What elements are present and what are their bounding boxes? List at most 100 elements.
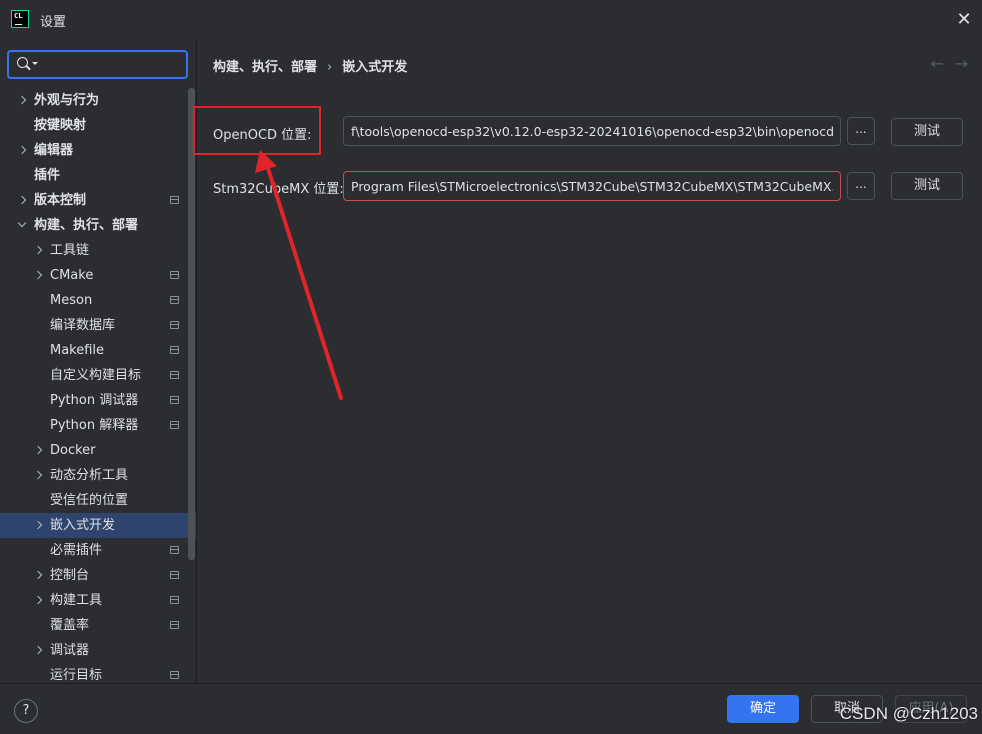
project-scope-icon (170, 546, 179, 554)
project-scope-icon (170, 271, 179, 279)
back-arrow-icon[interactable]: ← (931, 54, 944, 73)
settings-tree: 外观与行为按键映射编辑器插件版本控制构建、执行、部署工具链 CMake Meson 编… (0, 88, 196, 688)
sidebar-item-label: 按键映射 (34, 118, 87, 133)
sidebar-item[interactable]: Meson (0, 288, 196, 313)
project-scope-icon (170, 296, 179, 304)
project-scope-icon (170, 571, 179, 579)
project-scope-icon (170, 321, 179, 329)
sidebar-item[interactable]: 控制台 (0, 563, 196, 588)
sidebar-item[interactable]: 动态分析工具 (0, 463, 196, 488)
project-scope-icon (170, 196, 179, 204)
sidebar-item[interactable]: 外观与行为 (0, 88, 196, 113)
annotation-highlight-box (193, 106, 321, 155)
sidebar-item-label: Meson (50, 293, 93, 308)
sidebar-item-label: 控制台 (50, 568, 90, 583)
chevron-right-icon[interactable] (32, 238, 44, 263)
stm32cubemx-location-label: Stm32CubeMX 位置: (213, 182, 344, 197)
close-icon[interactable]: ✕ (954, 10, 974, 30)
breadcrumb: 构建、执行、部署 › 嵌入式开发 (213, 56, 407, 75)
sidebar-item[interactable]: Docker (0, 438, 196, 463)
project-scope-icon (170, 621, 179, 629)
stm32cubemx-test-button[interactable]: 测试 (891, 172, 963, 200)
sidebar-item[interactable]: 编译数据库 (0, 313, 196, 338)
sidebar-item[interactable]: 调试器 (0, 638, 196, 663)
sidebar-item-label: 覆盖率 (50, 618, 90, 633)
sidebar-item-label: 动态分析工具 (50, 468, 129, 483)
sidebar-item[interactable]: 嵌入式开发 (0, 513, 196, 538)
sidebar-item[interactable]: Makefile (0, 338, 196, 363)
sidebar-scrollbar[interactable] (188, 88, 195, 560)
openocd-browse-button[interactable]: ... (847, 117, 875, 145)
ok-button[interactable]: 确定 (727, 695, 799, 723)
sidebar-item-label: 版本控制 (34, 193, 87, 208)
sidebar-item-label: 必需插件 (50, 543, 103, 558)
forward-arrow-icon[interactable]: → (955, 54, 968, 73)
search-options-chevron-icon[interactable] (32, 62, 38, 65)
sidebar-item[interactable]: 构建工具 (0, 588, 196, 613)
watermark: CSDN @Czh1203 (839, 704, 978, 723)
sidebar-item-label: 插件 (34, 168, 61, 183)
sidebar-item[interactable]: 构建、执行、部署 (0, 213, 196, 238)
sidebar-item[interactable]: 按键映射 (0, 113, 196, 138)
sidebar-item-label: Python 调试器 (50, 393, 139, 408)
settings-sidebar: 外观与行为按键映射编辑器插件版本控制构建、执行、部署工具链 CMake Meson 编… (0, 40, 196, 683)
sidebar-item-label: 嵌入式开发 (50, 518, 116, 533)
sidebar-item[interactable]: Python 解释器 (0, 413, 196, 438)
logo-text: CL (14, 12, 23, 20)
sidebar-item[interactable]: 自定义构建目标 (0, 363, 196, 388)
sidebar-item-label: 编译数据库 (50, 318, 116, 333)
dialog-footer: ? 确定 取消 应用(A) CSDN @Czh1203 (0, 683, 982, 734)
project-scope-icon (170, 671, 179, 679)
project-scope-icon (170, 396, 179, 404)
stm32cubemx-browse-button[interactable]: ... (847, 172, 875, 200)
chevron-right-icon[interactable] (16, 138, 28, 163)
sidebar-item-label: 工具链 (50, 243, 90, 258)
chevron-right-icon[interactable] (32, 513, 44, 538)
breadcrumb-current: 嵌入式开发 (342, 60, 408, 75)
breadcrumb-parent[interactable]: 构建、执行、部署 (213, 60, 317, 75)
chevron-right-icon[interactable] (32, 463, 44, 488)
sidebar-item[interactable]: 插件 (0, 163, 196, 188)
openocd-path-input[interactable] (343, 116, 841, 146)
project-scope-icon (170, 421, 179, 429)
search-input[interactable] (41, 55, 181, 75)
sidebar-item-label: 构建工具 (50, 593, 103, 608)
chevron-right-icon[interactable] (32, 438, 44, 463)
sidebar-item[interactable]: 工具链 (0, 238, 196, 263)
sidebar-item[interactable]: 必需插件 (0, 538, 196, 563)
project-scope-icon (170, 371, 179, 379)
stm32cubemx-path-input[interactable] (343, 171, 841, 201)
sidebar-item[interactable]: CMake (0, 263, 196, 288)
chevron-right-icon[interactable] (32, 263, 44, 288)
chevron-right-icon[interactable] (16, 188, 28, 213)
breadcrumb-separator: › (327, 60, 333, 75)
sidebar-item-label: 受信任的位置 (50, 493, 129, 508)
openocd-test-button[interactable]: 测试 (891, 118, 963, 146)
sidebar-item-label: 自定义构建目标 (50, 368, 142, 383)
chevron-right-icon[interactable] (32, 588, 44, 613)
project-scope-icon (170, 346, 179, 354)
sidebar-item-label: 构建、执行、部署 (34, 218, 139, 233)
sidebar-item[interactable]: 覆盖率 (0, 613, 196, 638)
clion-logo-icon: CL (11, 10, 29, 28)
sidebar-item[interactable]: 受信任的位置 (0, 488, 196, 513)
chevron-down-icon[interactable] (16, 213, 28, 238)
sidebar-item-label: Docker (50, 443, 96, 458)
sidebar-item-label: Makefile (50, 343, 105, 358)
sidebar-item[interactable]: 编辑器 (0, 138, 196, 163)
project-scope-icon (170, 596, 179, 604)
sidebar-item-label: Python 解释器 (50, 418, 139, 433)
sidebar-item[interactable]: 版本控制 (0, 188, 196, 213)
sidebar-item-label: 调试器 (50, 643, 90, 658)
chevron-right-icon[interactable] (32, 563, 44, 588)
help-icon[interactable]: ? (14, 699, 38, 723)
sidebar-item[interactable]: Python 调试器 (0, 388, 196, 413)
title-bar: CL 设置 ✕ (0, 0, 982, 40)
chevron-right-icon[interactable] (16, 88, 28, 113)
chevron-right-icon[interactable] (32, 638, 44, 663)
window-title: 设置 (40, 15, 67, 30)
sidebar-item-label: CMake (50, 268, 94, 283)
sidebar-item-label: 编辑器 (34, 143, 74, 158)
sidebar-item-label: 外观与行为 (34, 93, 100, 108)
search-box[interactable] (7, 50, 188, 79)
